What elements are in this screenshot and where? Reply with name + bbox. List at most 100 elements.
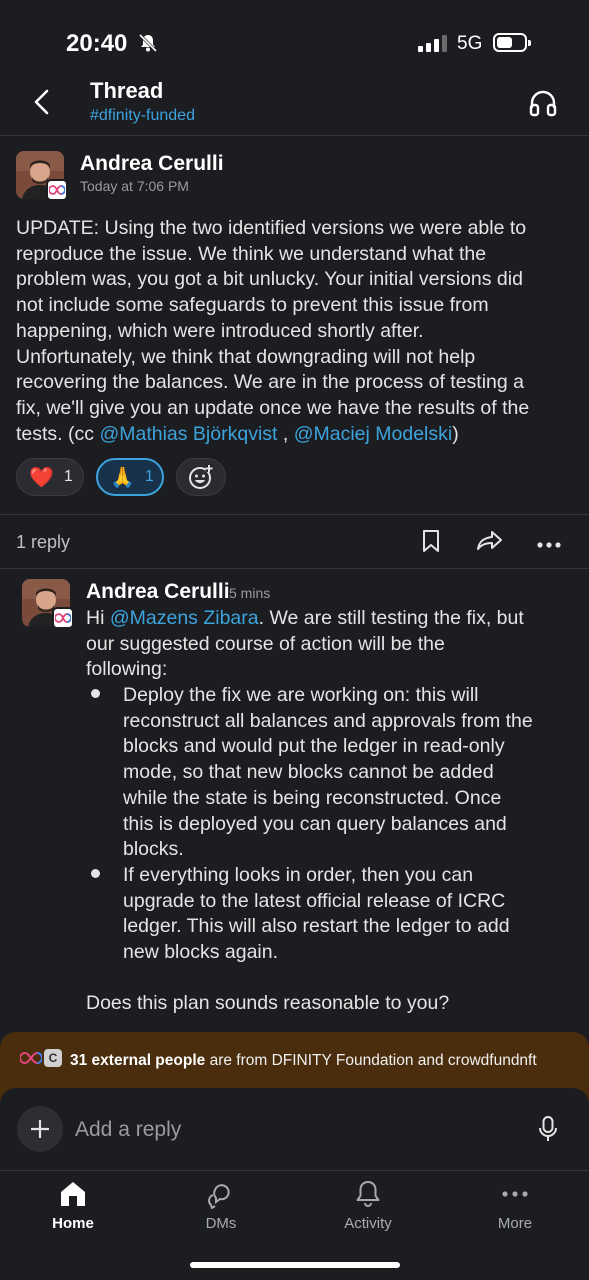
more-actions-button[interactable] <box>536 536 562 554</box>
reaction-count: 1 <box>63 468 73 485</box>
message-line: not include some safeguards to prevent t… <box>16 294 489 317</box>
add-reaction-button[interactable] <box>176 458 226 496</box>
cell-signal-icon <box>418 34 447 52</box>
org-badge-icon <box>52 607 74 629</box>
microphone-icon <box>539 1116 557 1141</box>
ellipsis-icon <box>537 542 561 548</box>
tab-home[interactable]: Home <box>23 1179 123 1232</box>
tab-activity[interactable]: Activity <box>318 1179 418 1232</box>
bullet-line: new blocks again. <box>123 941 279 964</box>
tab-dms[interactable]: DMs <box>171 1179 271 1232</box>
tab-label: More <box>497 1215 533 1232</box>
bullet-line: reconstruct all balances and approvals f… <box>123 709 533 732</box>
reply-line: Hi @Mazens Zibara. We are still testing … <box>86 606 581 632</box>
message-author[interactable]: Andrea Cerulli <box>80 152 224 176</box>
bell-off-icon <box>138 33 158 58</box>
divider <box>0 568 589 569</box>
message-line: problem was, you got a bit unlucky. Your… <box>16 268 523 291</box>
channel-link[interactable]: #dfinity-funded <box>90 107 195 125</box>
thread-header: Thread #dfinity-funded <box>0 70 589 136</box>
bell-icon <box>356 1181 380 1207</box>
bullet-line: ledger. This will also restart the ledge… <box>123 915 510 938</box>
reply-closing: Does this plan sounds reasonable to you? <box>86 992 450 1014</box>
mention-link[interactable]: @Mathias Björkqvist <box>99 423 277 445</box>
text-segment: . We are still testing the fix, but <box>258 607 524 629</box>
message-line: tests. (cc @Mathias Björkqvist , @Maciej… <box>16 422 581 448</box>
tab-label: Activity <box>344 1215 392 1232</box>
org-letter-badge: C <box>44 1049 62 1067</box>
chevron-left-icon <box>34 89 49 115</box>
plus-icon <box>31 1120 49 1138</box>
external-org-icon: C <box>20 1049 62 1067</box>
headphones-icon <box>529 90 557 117</box>
back-button[interactable] <box>28 84 58 120</box>
bullet-line: Deploy the fix we are working on: this w… <box>123 684 479 706</box>
bullet-line: mode, so that new blocks cannot be added <box>123 761 494 784</box>
bullet-point <box>91 869 100 878</box>
add-emoji-icon <box>189 465 213 489</box>
reactions-bar: ❤️ 1 🙏 1 <box>16 458 226 496</box>
heart-emoji: ❤️ <box>29 466 54 489</box>
mention-link[interactable]: @Mazens Zibara <box>110 607 259 629</box>
reaction-count: 1 <box>144 468 154 485</box>
external-people-text: 31 external people are from DFINITY Foun… <box>70 1052 537 1070</box>
mention-link[interactable]: @Maciej Modelski <box>294 423 453 445</box>
external-count: 31 external people <box>70 1052 206 1069</box>
org-badge-icon <box>46 179 68 201</box>
ellipsis-icon <box>502 1191 528 1197</box>
share-arrow-icon <box>477 531 502 550</box>
composer-container <box>0 1088 589 1170</box>
tab-more[interactable]: More <box>465 1179 565 1232</box>
message-line: reproduce the issue. We think we underst… <box>16 242 487 265</box>
home-icon <box>61 1182 85 1206</box>
text-segment: tests. (cc <box>16 422 100 445</box>
bullet-item: If everything looks in order, then you c… <box>123 863 583 966</box>
message-line: recovering the balances. We are in the p… <box>16 371 525 394</box>
composer <box>0 1098 589 1168</box>
message-line: fix, we'll give you an update once we ha… <box>16 396 530 419</box>
text-segment: ) <box>452 422 459 445</box>
status-bar: 20:40 5G <box>0 0 589 70</box>
reply-author[interactable]: Andrea Cerulli <box>86 580 230 604</box>
voice-button[interactable] <box>536 1114 560 1149</box>
home-indicator <box>190 1262 400 1268</box>
text-segment: , <box>277 422 294 445</box>
status-time: 20:40 <box>66 30 128 57</box>
reply-timestamp: 5 mins <box>229 585 271 601</box>
message-line: Unfortunately, we think that downgrading… <box>16 345 476 368</box>
reply-body: Hi @Mazens Zibara. We are still testing … <box>86 606 581 683</box>
message-line: UPDATE: Using the two identified version… <box>16 217 527 239</box>
bullet-line: blocks and would put the ledger in read-… <box>123 735 505 758</box>
bullet-line: blocks. <box>123 838 184 861</box>
message-timestamp: Today at 7:06 PM <box>80 178 189 194</box>
attach-button[interactable] <box>17 1106 63 1152</box>
tab-label: DMs <box>205 1215 237 1232</box>
reply-line: following: <box>86 658 168 681</box>
share-button[interactable] <box>476 528 504 559</box>
bookmark-icon <box>423 530 439 552</box>
tab-label: Home <box>52 1215 94 1232</box>
reply-line: our suggested course of action will be t… <box>86 632 445 655</box>
message-body: UPDATE: Using the two identified version… <box>16 216 581 447</box>
bullet-point <box>91 689 100 698</box>
huddle-button[interactable] <box>528 88 558 123</box>
message-line: happening, which were introduced shortly… <box>16 319 424 342</box>
reaction-folded-hands[interactable]: 🙏 1 <box>96 458 164 496</box>
thread-actions-row: 1 reply <box>0 514 589 568</box>
external-orgs: are from DFINITY Foundation and crowdfun… <box>205 1052 537 1069</box>
bullet-item: Deploy the fix we are working on: this w… <box>123 683 583 863</box>
network-type: 5G <box>457 33 483 54</box>
chat-bubbles-icon <box>208 1184 230 1209</box>
save-button[interactable] <box>420 528 442 559</box>
bullet-line: If everything looks in order, then you c… <box>123 864 474 886</box>
bullet-line: this is deployed you can query balances … <box>123 812 507 835</box>
reaction-heart[interactable]: ❤️ 1 <box>16 458 84 496</box>
reply-count: 1 reply <box>16 532 71 552</box>
page-title: Thread <box>90 78 164 103</box>
battery-icon <box>493 33 531 52</box>
reply-input[interactable] <box>75 1114 495 1146</box>
folded-hands-emoji: 🙏 <box>110 466 135 489</box>
text-segment: Hi <box>86 607 110 629</box>
bullet-line: upgrade to the latest official release o… <box>123 889 506 912</box>
bullet-line: while the state is being reconstructed. … <box>123 786 502 809</box>
